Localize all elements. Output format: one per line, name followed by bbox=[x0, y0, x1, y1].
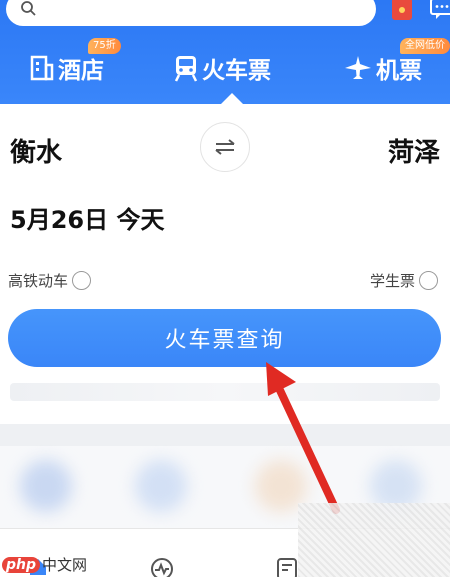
arrival-city[interactable]: 菏泽 bbox=[388, 132, 440, 169]
red-pointer-arrow bbox=[266, 362, 340, 514]
airplane-icon bbox=[345, 56, 371, 79]
red-packet-icon[interactable] bbox=[392, 0, 412, 20]
blurred-service-icon bbox=[20, 460, 72, 512]
message-icon[interactable] bbox=[430, 0, 450, 20]
blurred-content-strip bbox=[10, 383, 440, 401]
departure-city[interactable]: 衡水 bbox=[10, 132, 62, 169]
gaotie-radio[interactable] bbox=[72, 271, 92, 290]
swap-cities-button[interactable] bbox=[200, 122, 250, 172]
tab-flight-label: 机票 bbox=[376, 58, 422, 84]
hotel-discount-badge: 75折 bbox=[88, 38, 121, 54]
search-bar[interactable] bbox=[6, 0, 376, 26]
train-icon bbox=[174, 56, 198, 82]
flight-low-price-badge: 全网低价 bbox=[400, 38, 450, 54]
student-ticket-option[interactable]: 学生票 bbox=[370, 270, 439, 291]
logo-site-text: 中文网 bbox=[42, 556, 88, 574]
tab-flight[interactable]: 机票 bbox=[344, 48, 422, 88]
departure-date[interactable]: 5月26日 今天 bbox=[10, 200, 164, 235]
tab-hotel[interactable]: 酒店 bbox=[30, 48, 104, 88]
header: 酒店 75折 火车票 机票 全网低价 bbox=[0, 0, 450, 104]
blurred-service-icon bbox=[135, 460, 187, 512]
gaotie-option[interactable]: 高铁动车 bbox=[8, 270, 92, 291]
mosaic-watermark bbox=[298, 503, 450, 577]
swap-icon bbox=[215, 139, 235, 155]
gaotie-label: 高铁动车 bbox=[8, 272, 69, 290]
activity-icon[interactable] bbox=[150, 557, 174, 577]
active-tab-pointer bbox=[221, 93, 243, 104]
php-cn-logo: php 中文网 bbox=[2, 554, 87, 575]
orders-icon[interactable] bbox=[276, 557, 298, 577]
tab-train-label: 火车票 bbox=[202, 58, 271, 84]
hotel-icon bbox=[30, 55, 54, 81]
train-query-button[interactable]: 火车票查询 bbox=[8, 309, 441, 367]
student-ticket-radio[interactable] bbox=[419, 271, 439, 290]
section-divider bbox=[0, 424, 450, 446]
logo-php-text: php bbox=[2, 556, 41, 573]
search-icon bbox=[21, 1, 36, 16]
tab-train[interactable]: 火车票 bbox=[174, 48, 271, 88]
student-ticket-label: 学生票 bbox=[370, 272, 416, 290]
tab-hotel-label: 酒店 bbox=[58, 58, 104, 84]
